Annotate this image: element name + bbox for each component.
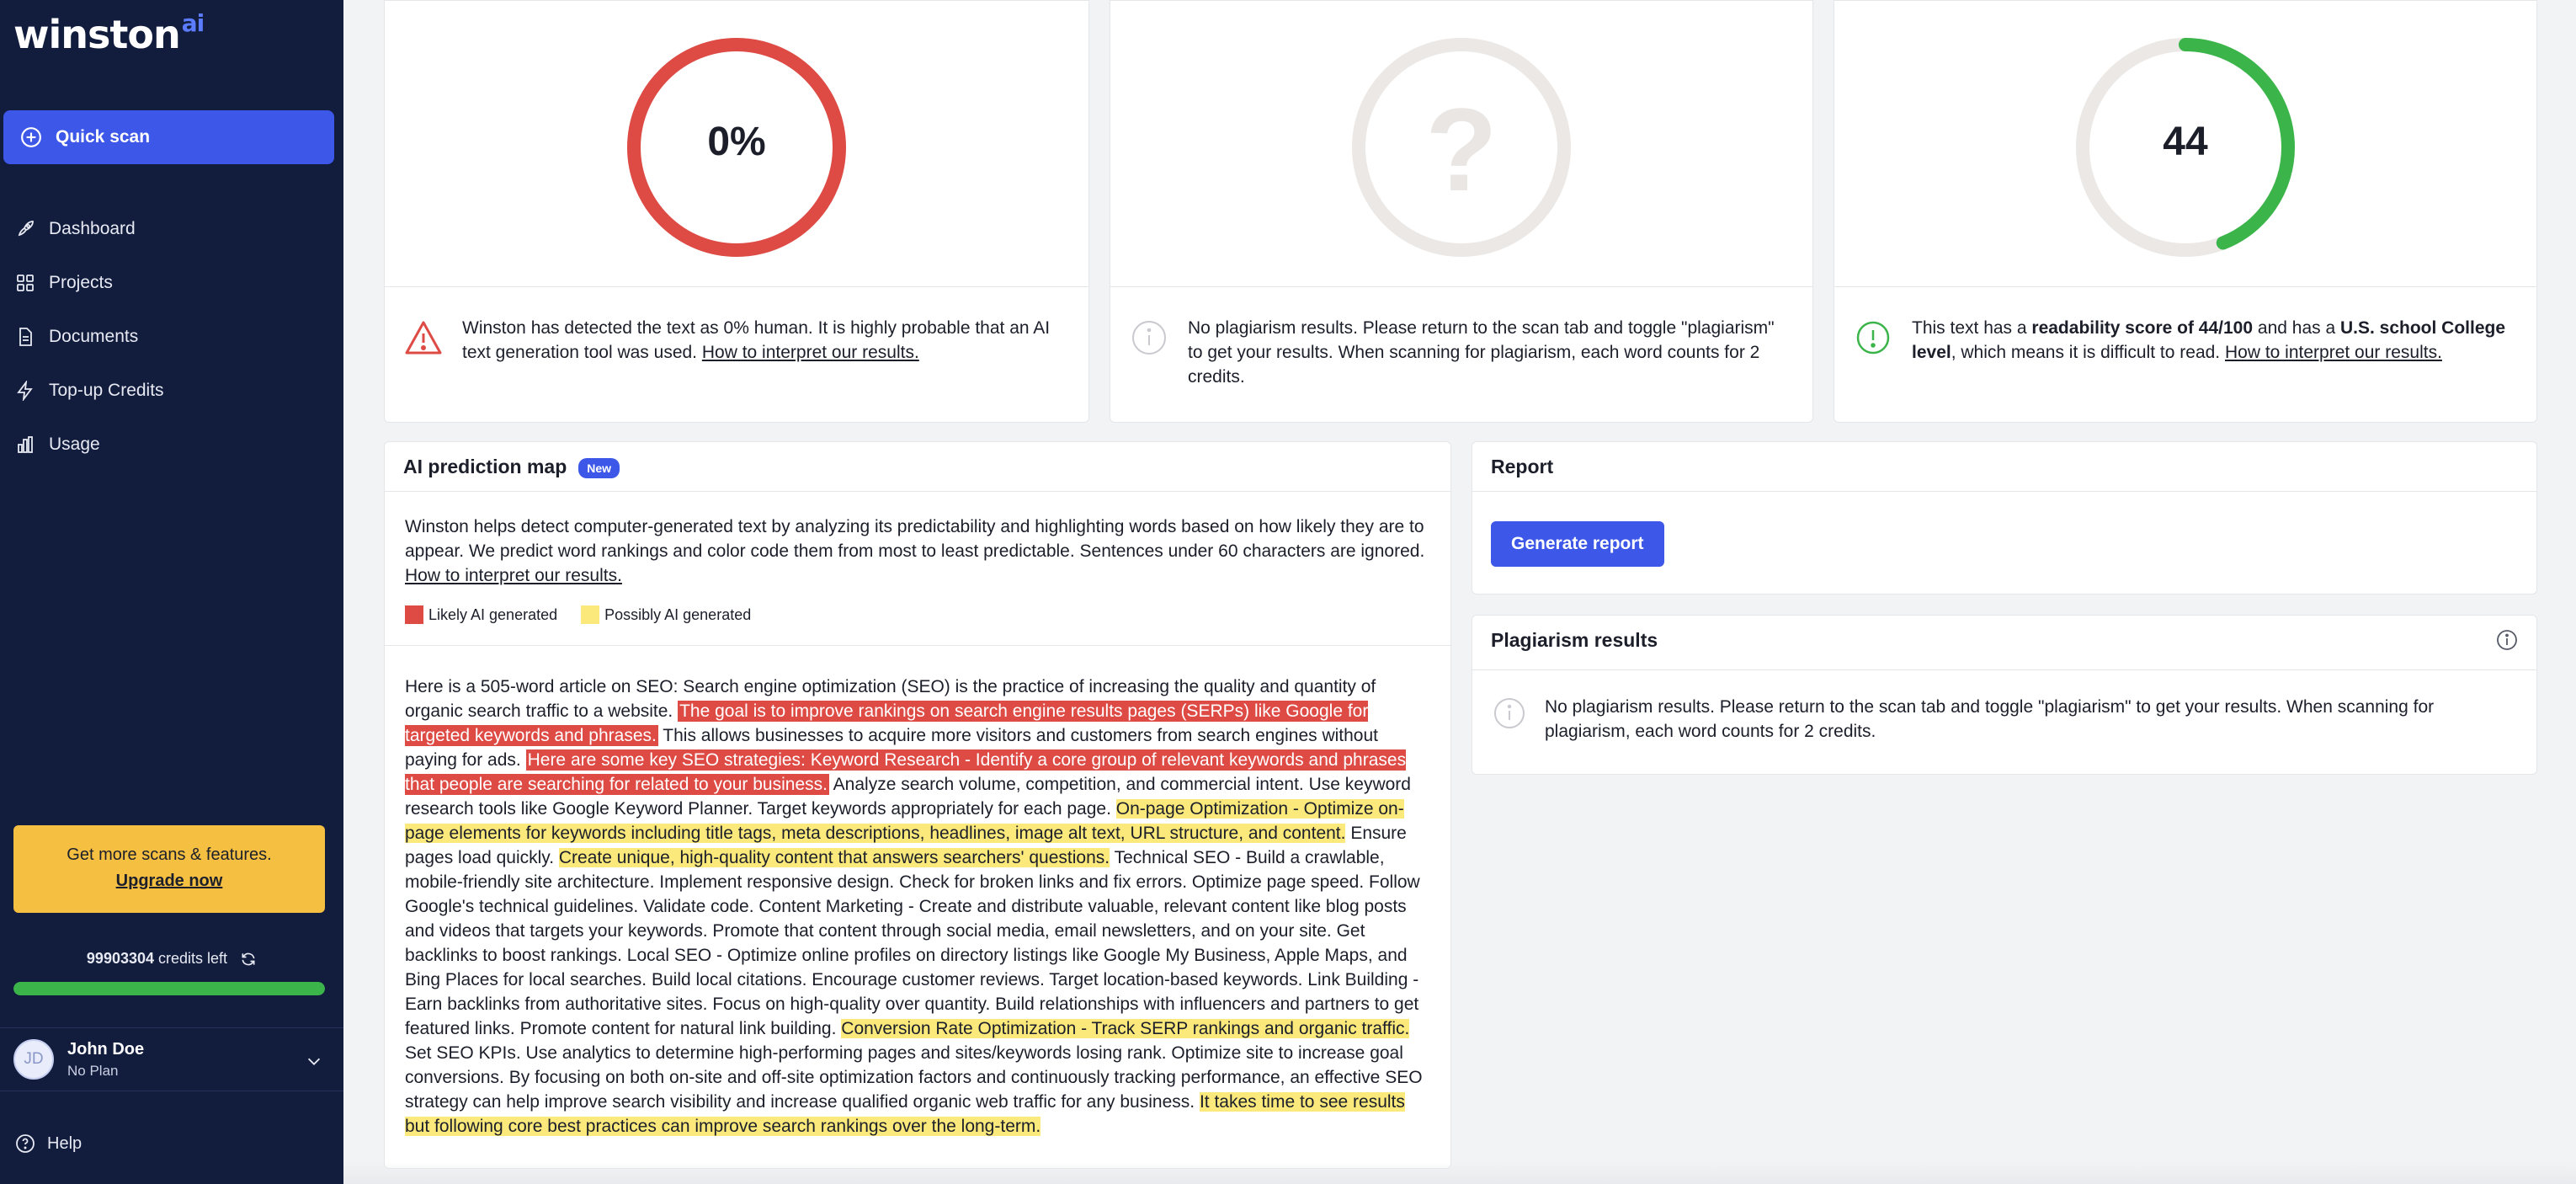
bottom-fade [343, 1162, 2576, 1184]
report-card: Report Generate report [1472, 441, 2537, 595]
legend-yellow-swatch [581, 605, 600, 624]
readability-score-text: This text has a readability score of 44/… [1912, 316, 2511, 365]
sidebar: winstonai Quick scan Dashboard Projects … [0, 0, 343, 1184]
sidebar-nav: Dashboard Projects Documents Top-up Cred… [0, 202, 343, 472]
refresh-icon[interactable] [240, 951, 257, 968]
document-icon [19, 328, 32, 346]
info-icon[interactable] [2496, 629, 2518, 651]
human-score-card: 0% Winston has detected the text as 0% h… [384, 0, 1089, 423]
plagiarism-score-value: ? [1425, 83, 1498, 216]
user-info: John Doe No Plan [67, 1040, 144, 1080]
plus-circle-icon [21, 127, 41, 147]
human-score-value: 0% [707, 120, 766, 164]
readability-msg-post: , which means it is difficult to read. [1951, 343, 2221, 362]
legend-possibly-ai: Possibly AI generated [581, 605, 751, 624]
sidebar-item-dashboard[interactable]: Dashboard [0, 202, 343, 256]
upgrade-text: Get more scans & features. [67, 845, 272, 864]
prediction-title-text: AI prediction map [403, 456, 567, 477]
check-circle-icon [1856, 321, 1890, 355]
chevron-down-icon[interactable] [305, 1052, 323, 1070]
legend-likely-ai: Likely AI generated [405, 605, 557, 624]
readability-score-card: 44 This text has a readability score of … [1834, 0, 2537, 423]
info-icon [1132, 321, 1166, 355]
credits-progress-bar [13, 982, 325, 995]
divider [385, 645, 1450, 646]
interpret-results-link[interactable]: How to interpret our results. [702, 343, 919, 362]
readability-score-strong: readability score of 44/100 [2031, 318, 2254, 338]
warning-icon [405, 321, 442, 355]
human-score-ring-area: 0% [385, 1, 1088, 287]
quick-scan-button[interactable]: Quick scan [3, 110, 334, 164]
readability-ring-area: 44 [1834, 1, 2536, 287]
divider [1472, 491, 2536, 492]
readability-msg-pre: This text has a [1912, 318, 2027, 338]
help-link[interactable]: Help [15, 1133, 82, 1154]
credits-progress-fill [13, 982, 325, 995]
report-title: Report [1491, 456, 1554, 477]
sidebar-item-documents[interactable]: Documents [0, 310, 343, 364]
credits-suffix: credits left [158, 950, 228, 967]
readability-score-message: This text has a readability score of 44/… [1853, 316, 2511, 365]
user-name: John Doe [67, 1039, 145, 1059]
interpret-results-link[interactable]: How to interpret our results. [2225, 343, 2442, 362]
plagiarism-results-card: Plagiarism results No plagiarism results… [1472, 615, 2537, 775]
legend-yellow-label: Possibly AI generated [604, 605, 752, 623]
ai-prediction-map-card: AI prediction map New Winston helps detec… [384, 441, 1451, 1169]
plagiarism-score-text: No plagiarism results. Please return to … [1188, 318, 1775, 387]
possibly-ai-sentence: Create unique, high-quality content that… [558, 848, 1110, 867]
info-icon [1494, 698, 1525, 728]
sidebar-item-top-up-credits[interactable]: Top-up Credits [0, 364, 343, 418]
human-score-message: Winston has detected the text as 0% huma… [403, 316, 1063, 365]
new-badge: New [578, 457, 620, 478]
legend-red-label: Likely AI generated [428, 605, 558, 623]
quick-scan-label: Quick scan [56, 127, 151, 147]
grid-icon [17, 275, 34, 291]
credits-left: 99903304 credits left [0, 950, 343, 968]
sidebar-item-projects[interactable]: Projects [0, 256, 343, 310]
logo-text: winston [13, 12, 181, 57]
logo-suffix: ai [181, 8, 205, 37]
interpret-results-link[interactable]: How to interpret our results. [405, 566, 622, 585]
prediction-intro-text: Winston helps detect computer-generated … [405, 517, 1425, 561]
winston-logo[interactable]: winstonai [13, 8, 205, 57]
user-menu[interactable]: JD John Doe No Plan [0, 1027, 343, 1091]
readability-msg-mid: and has a [2257, 318, 2336, 338]
possibly-ai-sentence: Conversion Rate Optimization - Track SER… [841, 1019, 1410, 1038]
prediction-legend: Likely AI generated Possibly AI generate… [405, 605, 774, 624]
sidebar-item-usage[interactable]: Usage [0, 418, 343, 472]
sidebar-item-label: Projects [49, 273, 113, 292]
plagiarism-ring-area: ? [1110, 1, 1812, 287]
article-text: Technical SEO - Build a crawlable, mobil… [405, 848, 1420, 1038]
sidebar-item-label: Usage [49, 435, 100, 454]
lightning-icon [17, 381, 33, 401]
sidebar-item-label: Top-up Credits [49, 381, 164, 400]
divider [385, 491, 1450, 492]
credits-count: 99903304 [86, 950, 155, 967]
upgrade-banner: Get more scans & features. Upgrade now [13, 825, 325, 913]
plagiarism-score-card: ? No plagiarism results. Please return t… [1110, 0, 1813, 423]
legend-red-swatch [405, 605, 423, 624]
readability-score-value: 44 [2163, 120, 2208, 164]
divider [1472, 669, 2536, 670]
help-label: Help [47, 1133, 82, 1153]
rocket-icon [18, 221, 34, 237]
generate-report-button[interactable]: Generate report [1491, 521, 1664, 567]
human-score-text: Winston has detected the text as 0% huma… [462, 316, 1063, 365]
upgrade-now-link[interactable]: Upgrade now [13, 872, 325, 891]
help-circle-icon [16, 1134, 35, 1153]
plagiarism-results-message: No plagiarism results. Please return to … [1491, 695, 2503, 744]
plagiarism-results-title: Plagiarism results [1491, 629, 1658, 651]
user-plan: No Plan [67, 1062, 119, 1079]
prediction-intro: Winston helps detect computer-generated … [405, 515, 1430, 588]
scanned-article: Here is a 505-word article on SEO: Searc… [405, 675, 1430, 1139]
bar-chart-icon [18, 436, 33, 453]
plagiarism-results-text: No plagiarism results. Please return to … [1545, 697, 2435, 741]
avatar: JD [13, 1039, 54, 1080]
plagiarism-score-message: No plagiarism results. Please return to … [1129, 316, 1787, 389]
sidebar-item-label: Dashboard [49, 219, 136, 238]
sidebar-item-label: Documents [49, 327, 139, 346]
prediction-title: AI prediction map New [403, 456, 620, 478]
